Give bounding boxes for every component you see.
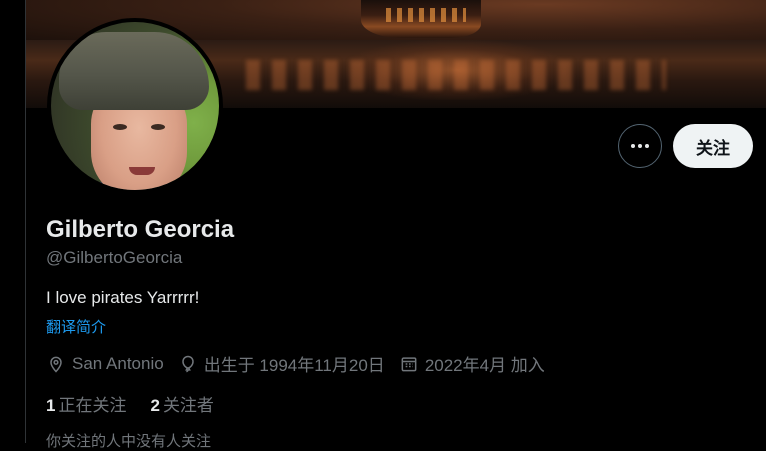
- followers-label: 关注者: [162, 396, 214, 415]
- birthday-text: 出生于 1994年11月20日: [203, 356, 385, 375]
- known-followers-text: 你关注的人中没有人关注: [46, 433, 212, 450]
- follow-stats: 1 正在关注 2 关注者: [46, 391, 238, 416]
- location-text: San Antonio: [72, 353, 164, 373]
- following-label: 正在关注: [58, 396, 127, 415]
- translate-bio-link[interactable]: 翻译简介: [46, 316, 106, 337]
- left-rail: [0, 0, 26, 443]
- calendar-icon: [401, 356, 417, 371]
- profile-meta: San Antonio 出生于 1994年11月20日 2022年4月 加入: [46, 351, 559, 376]
- ship-lights: [386, 8, 466, 22]
- location-item: San Antonio: [46, 354, 164, 374]
- water-reflection: [246, 60, 666, 90]
- profile-handle: @GilbertoGeorcia: [46, 248, 183, 267]
- joined-text: 2022年4月 加入: [424, 356, 545, 375]
- followers-count: 2: [150, 396, 160, 415]
- avatar[interactable]: [47, 18, 223, 194]
- profile-bio: I love pirates Yarrrrr!: [46, 288, 200, 307]
- more-horizontal-icon: [631, 144, 649, 148]
- location-pin-icon: [50, 356, 62, 373]
- birthday-item: 出生于 1994年11月20日: [178, 351, 385, 376]
- following-count: 1: [46, 396, 56, 415]
- profile-name: Gilberto Georcia: [46, 216, 235, 243]
- followers-stat[interactable]: 2 关注者: [150, 391, 213, 416]
- follow-button[interactable]: 关注: [673, 124, 753, 168]
- avatar-image: [51, 22, 219, 190]
- following-stat[interactable]: 1 正在关注: [46, 391, 126, 416]
- joined-item: 2022年4月 加入: [399, 351, 545, 376]
- more-button[interactable]: [618, 124, 662, 168]
- balloon-icon: [181, 355, 194, 372]
